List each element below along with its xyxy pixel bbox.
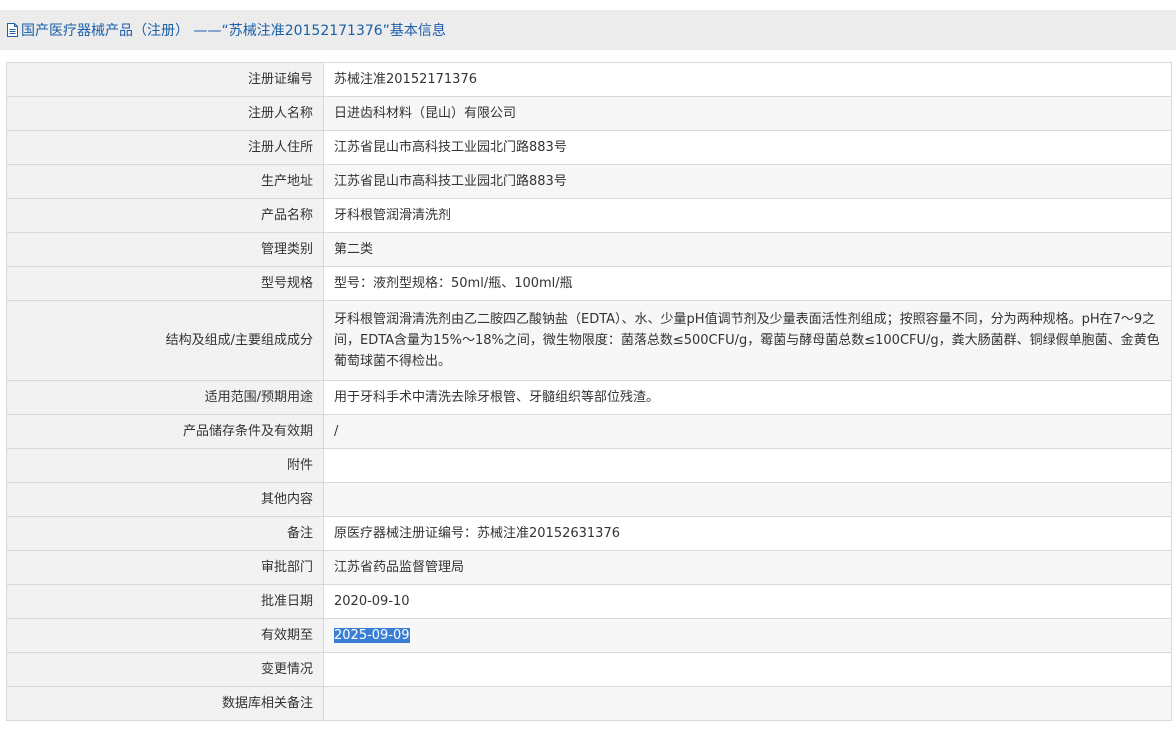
page-title: 国产医疗器械产品（注册） ——“苏械注准20152171376”基本信息 <box>21 23 446 39</box>
table-row-production-address: 生产地址 江苏省昆山市高科技工业园北门路883号 <box>6 164 1172 199</box>
table-row-registrant-name: 注册人名称 日进齿科材料（昆山）有限公司 <box>6 96 1172 131</box>
table-row-product-name: 产品名称 牙科根管润滑清洗剂 <box>6 198 1172 233</box>
row-value: 江苏省药品监督管理局 <box>323 550 1172 585</box>
row-label: 管理类别 <box>6 232 324 267</box>
selected-text[interactable]: 2025-09-09 <box>334 628 410 643</box>
row-label: 注册人住所 <box>6 130 324 165</box>
row-value: 牙科根管润滑清洗剂 <box>323 198 1172 233</box>
row-label: 结构及组成/主要组成成分 <box>6 300 324 381</box>
row-value <box>323 652 1172 687</box>
title-bar: 国产医疗器械产品（注册） ——“苏械注准20152171376”基本信息 <box>0 10 1176 50</box>
table-row-valid-until: 有效期至 2025-09-09 <box>6 618 1172 653</box>
row-value: 2025-09-09 <box>323 618 1172 653</box>
table-row-change-history: 变更情况 <box>6 652 1172 687</box>
row-value: 第二类 <box>323 232 1172 267</box>
row-label: 变更情况 <box>6 652 324 687</box>
row-value: 用于牙科手术中清洗去除牙根管、牙髓组织等部位残渣。 <box>323 380 1172 415</box>
table-row-intended-use: 适用范围/预期用途 用于牙科手术中清洗去除牙根管、牙髓组织等部位残渣。 <box>6 380 1172 415</box>
row-value: 江苏省昆山市高科技工业园北门路883号 <box>323 130 1172 165</box>
row-value: 原医疗器械注册证编号：苏械注准20152631376 <box>323 516 1172 551</box>
detail-table: 注册证编号 苏械注准20152171376 注册人名称 日进齿科材料（昆山）有限… <box>6 62 1172 721</box>
table-row-approval-date: 批准日期 2020-09-10 <box>6 584 1172 619</box>
table-row-management-class: 管理类别 第二类 <box>6 232 1172 267</box>
table-row-database-notes: 数据库相关备注 <box>6 686 1172 721</box>
row-value: 型号：液剂型规格：50ml/瓶、100ml/瓶 <box>323 266 1172 301</box>
row-value: 苏械注准20152171376 <box>323 62 1172 97</box>
row-label: 备注 <box>6 516 324 551</box>
table-row-registration-number: 注册证编号 苏械注准20152171376 <box>6 62 1172 97</box>
row-label: 审批部门 <box>6 550 324 585</box>
table-row-attachment: 附件 <box>6 448 1172 483</box>
row-label: 其他内容 <box>6 482 324 517</box>
row-label: 型号规格 <box>6 266 324 301</box>
table-row-registrant-address: 注册人住所 江苏省昆山市高科技工业园北门路883号 <box>6 130 1172 165</box>
row-label: 数据库相关备注 <box>6 686 324 721</box>
row-value: 牙科根管润滑清洗剂由乙二胺四乙酸钠盐（EDTA）、水、少量pH值调节剂及少量表面… <box>323 300 1172 381</box>
row-value: 日进齿科材料（昆山）有限公司 <box>323 96 1172 131</box>
table-row-storage: 产品储存条件及有效期 / <box>6 414 1172 449</box>
document-icon <box>6 23 19 37</box>
row-label: 附件 <box>6 448 324 483</box>
table-row-other: 其他内容 <box>6 482 1172 517</box>
table-row-composition: 结构及组成/主要组成成分 牙科根管润滑清洗剂由乙二胺四乙酸钠盐（EDTA）、水、… <box>6 300 1172 381</box>
row-label: 生产地址 <box>6 164 324 199</box>
row-value <box>323 686 1172 721</box>
row-value: 江苏省昆山市高科技工业园北门路883号 <box>323 164 1172 199</box>
row-label: 批准日期 <box>6 584 324 619</box>
row-label: 有效期至 <box>6 618 324 653</box>
table-row-approval-department: 审批部门 江苏省药品监督管理局 <box>6 550 1172 585</box>
row-label: 适用范围/预期用途 <box>6 380 324 415</box>
row-label: 产品储存条件及有效期 <box>6 414 324 449</box>
row-label: 注册证编号 <box>6 62 324 97</box>
row-value <box>323 448 1172 483</box>
top-strip <box>0 0 1176 10</box>
row-label: 注册人名称 <box>6 96 324 131</box>
row-value <box>323 482 1172 517</box>
table-row-remarks: 备注 原医疗器械注册证编号：苏械注准20152631376 <box>6 516 1172 551</box>
table-row-model-spec: 型号规格 型号：液剂型规格：50ml/瓶、100ml/瓶 <box>6 266 1172 301</box>
row-value: / <box>323 414 1172 449</box>
row-value: 2020-09-10 <box>323 584 1172 619</box>
row-label: 产品名称 <box>6 198 324 233</box>
